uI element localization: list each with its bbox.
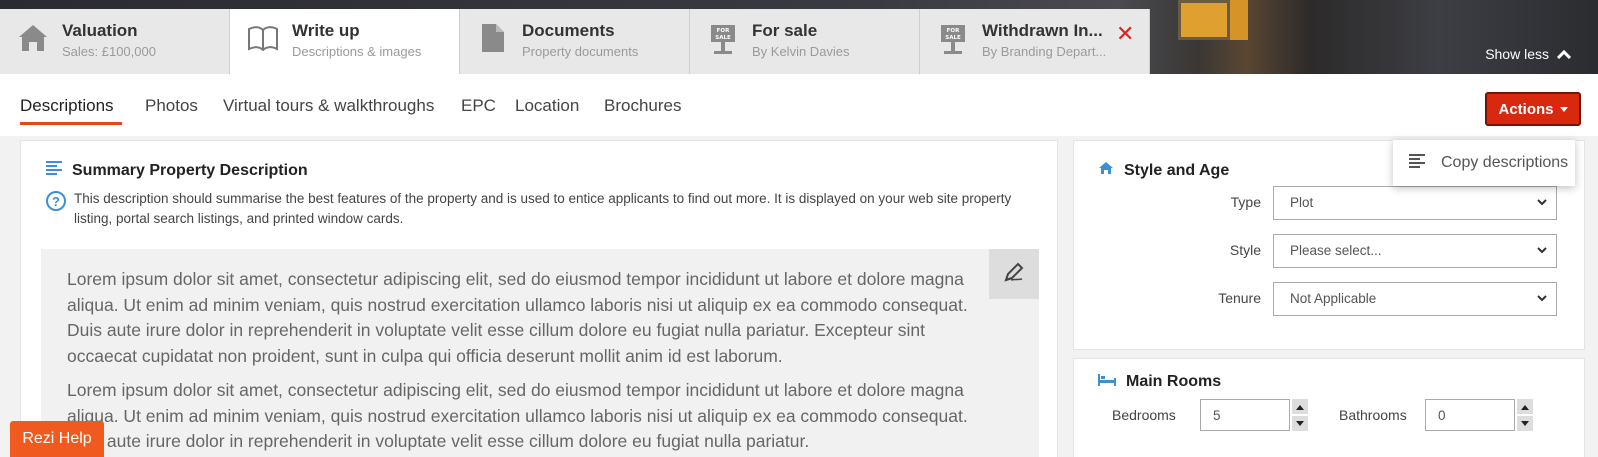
tab-title: Write up	[292, 21, 360, 40]
subnav-brochures[interactable]: Brochures	[604, 96, 681, 116]
align-left-icon	[46, 161, 62, 180]
tenure-label: Tenure	[1218, 290, 1261, 306]
tab-subtitle: Descriptions & images	[292, 44, 422, 59]
actions-dropdown-menu: Copy descriptions	[1393, 140, 1575, 186]
show-less-toggle[interactable]: Show less	[1485, 46, 1572, 62]
tab-subtitle: Property documents	[522, 44, 639, 59]
background-window-light	[1178, 0, 1230, 40]
style-label: Style	[1229, 242, 1261, 258]
active-tab-underline	[20, 122, 122, 125]
house-icon	[16, 21, 50, 55]
tenure-select[interactable]: Not Applicable	[1273, 282, 1557, 316]
sub-navigation: Descriptions Photos Virtual tours & walk…	[0, 74, 1598, 136]
tab-valuation[interactable]: Valuation Sales: £100,000	[0, 9, 230, 74]
chevron-down-icon	[1536, 195, 1548, 212]
subnav-location[interactable]: Location	[515, 96, 579, 116]
tab-subtitle: By Branding Depart...	[982, 44, 1107, 59]
type-value: Plot	[1290, 195, 1314, 210]
tenure-row: Tenure Not Applicable	[1074, 282, 1586, 316]
panel-title: Main Rooms	[1126, 373, 1222, 390]
subnav-descriptions[interactable]: Descriptions	[20, 96, 114, 116]
close-icon[interactable]: ✕	[1116, 21, 1149, 47]
bathrooms-spinner[interactable]	[1517, 399, 1533, 431]
actions-button[interactable]: Actions	[1485, 92, 1581, 126]
tab-title: For sale	[752, 21, 818, 40]
question-icon: ?	[46, 191, 66, 211]
pen-icon	[1003, 261, 1025, 288]
tab-for-sale[interactable]: FOR SALE For sale By Kelvin Davies	[690, 9, 920, 74]
tenure-value: Not Applicable	[1290, 291, 1377, 306]
subnav-photos[interactable]: Photos	[145, 96, 198, 116]
spin-down-icon[interactable]	[1292, 416, 1308, 431]
bedrooms-label: Bedrooms	[1112, 407, 1176, 423]
type-row: Type Plot	[1074, 186, 1586, 220]
subnav-epc[interactable]: EPC	[461, 96, 496, 116]
type-select[interactable]: Plot	[1273, 186, 1557, 220]
chevron-down-icon	[1536, 243, 1548, 260]
panel-title: Summary Property Description	[72, 161, 308, 179]
for-sale-sign-icon: FOR SALE	[706, 21, 740, 55]
help-row: ? This description should summarise the …	[46, 189, 1036, 229]
tab-write-up[interactable]: Write up Descriptions & images	[230, 9, 460, 74]
subnav-virtual-tours[interactable]: Virtual tours & walkthroughs	[223, 96, 434, 116]
tab-subtitle: By Kelvin Davies	[752, 44, 850, 59]
panel-title: Style and Age	[1124, 161, 1230, 179]
help-button[interactable]: Rezi Help	[10, 421, 104, 457]
style-value: Please select...	[1290, 243, 1382, 258]
align-left-icon	[1409, 153, 1425, 173]
tab-title: Documents	[522, 21, 615, 40]
style-row: Style Please select...	[1074, 234, 1586, 268]
tab-withdrawn[interactable]: FOR SALE Withdrawn In... By Branding Depa…	[920, 9, 1150, 74]
tab-subtitle: Sales: £100,000	[62, 44, 156, 59]
spin-down-icon[interactable]	[1517, 416, 1533, 431]
for-sale-sign-icon: FOR SALE	[936, 21, 970, 55]
summary-description-panel: Summary Property Description ? This desc…	[20, 140, 1058, 457]
document-icon	[476, 21, 510, 55]
bathrooms-label: Bathrooms	[1339, 407, 1407, 423]
tab-title: Valuation	[62, 21, 138, 40]
property-header-bar: Valuation Sales: £100,000 Write up Descr…	[0, 0, 1598, 74]
show-less-label: Show less	[1485, 46, 1549, 62]
svg-text:FOR: FOR	[717, 28, 730, 34]
main-rooms-title-row: Main Rooms	[1098, 373, 1221, 391]
home-icon	[1098, 161, 1114, 180]
chevron-up-icon	[1556, 46, 1572, 62]
svg-text:SALE: SALE	[945, 35, 961, 41]
summary-title-row: Summary Property Description	[46, 161, 308, 180]
spin-up-icon[interactable]	[1292, 399, 1308, 414]
background-window-light	[1230, 0, 1248, 40]
help-text: This description should summarise the be…	[74, 191, 1012, 226]
property-tabs: Valuation Sales: £100,000 Write up Descr…	[0, 9, 1150, 74]
menu-item-copy-descriptions[interactable]: Copy descriptions	[1441, 154, 1568, 172]
spin-up-icon[interactable]	[1517, 399, 1533, 414]
style-age-title-row: Style and Age	[1098, 161, 1229, 180]
description-paragraph: Lorem ipsum dolor sit amet, consectetur …	[67, 380, 968, 451]
bed-icon	[1098, 373, 1116, 391]
bedrooms-value: 5	[1213, 408, 1221, 423]
type-label: Type	[1230, 194, 1261, 210]
svg-text:SALE: SALE	[715, 35, 731, 41]
description-text-box[interactable]: Lorem ipsum dolor sit amet, consectetur …	[41, 249, 1039, 457]
tab-title: Withdrawn In...	[982, 21, 1103, 40]
edit-button[interactable]	[989, 249, 1039, 299]
bedrooms-input[interactable]: 5	[1200, 399, 1290, 431]
style-select[interactable]: Please select...	[1273, 234, 1557, 268]
book-icon	[246, 21, 280, 55]
actions-label: Actions	[1498, 100, 1554, 118]
caret-down-icon	[1559, 106, 1568, 112]
main-rooms-panel: Main Rooms Bedrooms 5 Bathrooms 0	[1073, 358, 1585, 457]
description-paragraph: Lorem ipsum dolor sit amet, consectetur …	[67, 269, 968, 366]
bathrooms-value: 0	[1438, 408, 1446, 423]
bedrooms-spinner[interactable]	[1292, 399, 1308, 431]
tab-documents[interactable]: Documents Property documents	[460, 9, 690, 74]
chevron-down-icon	[1536, 291, 1548, 308]
bathrooms-input[interactable]: 0	[1425, 399, 1515, 431]
svg-text:FOR: FOR	[947, 28, 960, 34]
